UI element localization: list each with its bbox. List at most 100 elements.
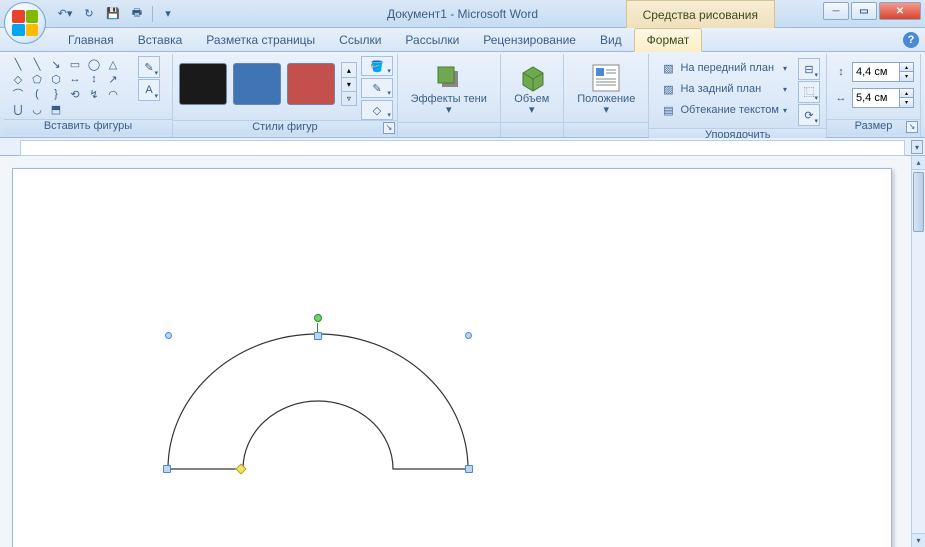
width-spinner[interactable]: ▴▾ xyxy=(852,88,914,108)
shape-icon-11[interactable]: ↗ xyxy=(104,72,122,86)
tab-review[interactable]: Рецензирование xyxy=(471,29,588,51)
style-swatch-1[interactable] xyxy=(179,63,227,105)
tab-references[interactable]: Ссылки xyxy=(327,29,393,51)
bring-to-front-button[interactable]: ▧На передний план▾ xyxy=(655,58,792,78)
draw-textbox-button[interactable]: A xyxy=(138,79,160,101)
edit-shape-button[interactable]: ✎ xyxy=(138,56,160,78)
group-shape-styles: ▴ ▾ ▿ 🪣 ✎ ◇ Стили фигур↘ xyxy=(173,54,398,137)
horizontal-ruler[interactable] xyxy=(0,138,925,156)
undo-button[interactable]: ↶▾ xyxy=(56,5,74,23)
tab-format[interactable]: Формат xyxy=(634,28,703,52)
shape-icon-9[interactable]: ↔ xyxy=(66,72,84,86)
group-label-volume xyxy=(501,122,564,135)
shape-icon-10[interactable]: ↕ xyxy=(85,72,103,86)
shapes-gallery[interactable]: ╲╲↘▭◯△◇⬠⬡↔↕↗⌒(}⟲↯◠⋃◡⬒ xyxy=(8,56,136,117)
shape-styles-launcher[interactable]: ↘ xyxy=(383,122,395,134)
office-button[interactable] xyxy=(4,2,46,44)
send-to-back-button[interactable]: ▨На задний план▾ xyxy=(655,79,792,99)
align-button[interactable]: ⊟ xyxy=(798,58,820,80)
gallery-up-button[interactable]: ▴ xyxy=(342,63,356,77)
volume-label: Объем ▾ xyxy=(512,94,553,116)
height-up[interactable]: ▴ xyxy=(900,63,913,72)
shape-icon-15[interactable]: ⟲ xyxy=(66,87,84,101)
tab-home[interactable]: Главная xyxy=(56,29,126,51)
shape-icon-5[interactable]: △ xyxy=(104,57,122,71)
shape-icon-3[interactable]: ▭ xyxy=(66,57,84,71)
print-preview-button[interactable]: 🖶 xyxy=(128,5,146,23)
style-swatch-2[interactable] xyxy=(233,63,281,105)
group-label-shadow xyxy=(398,122,500,135)
shape-icon-12[interactable]: ⌒ xyxy=(9,87,27,101)
shape-icon-16[interactable]: ↯ xyxy=(85,87,103,101)
shape-icon-0[interactable]: ╲ xyxy=(9,57,27,71)
height-input[interactable] xyxy=(853,63,899,81)
shape-icon-6[interactable]: ◇ xyxy=(9,72,27,86)
height-spinner[interactable]: ▴▾ xyxy=(852,62,914,82)
shape-icon-18[interactable]: ⋃ xyxy=(9,102,27,116)
group-label-position xyxy=(564,122,648,135)
scroll-thumb[interactable] xyxy=(913,172,924,232)
shadow-effects-button[interactable]: Эффекты тени ▾ xyxy=(402,56,496,122)
tab-mailings[interactable]: Рассылки xyxy=(393,29,471,51)
handle-top-left[interactable] xyxy=(165,332,172,339)
redo-button[interactable]: ↻ xyxy=(80,5,98,23)
shape-icon-14[interactable]: } xyxy=(47,87,65,101)
page[interactable] xyxy=(12,168,892,547)
shape-icon-2[interactable]: ↘ xyxy=(47,57,65,71)
shape-fill-button[interactable]: 🪣 xyxy=(361,56,393,76)
shadow-effects-label: Эффекты тени ▾ xyxy=(409,94,489,116)
height-down[interactable]: ▾ xyxy=(900,72,913,81)
change-shape-button[interactable]: ◇ xyxy=(361,100,393,120)
scroll-up-button[interactable]: ▴ xyxy=(912,156,925,170)
width-icon: ↔ xyxy=(833,90,849,106)
group-size: ↕ ▴▾ ↔ ▴▾ Размер↘ xyxy=(827,54,921,137)
group-button[interactable]: ⿺ xyxy=(798,81,820,103)
position-button[interactable]: Положение ▾ xyxy=(568,56,644,122)
handle-top-right[interactable] xyxy=(465,332,472,339)
gallery-more-button[interactable]: ▿ xyxy=(342,91,356,105)
send-back-icon: ▨ xyxy=(660,81,676,97)
shape-icon-7[interactable]: ⬠ xyxy=(28,72,46,86)
office-logo-icon xyxy=(12,10,38,36)
style-swatch-3[interactable] xyxy=(287,63,335,105)
close-button[interactable]: ✕ xyxy=(879,2,921,20)
shape-outline-button[interactable]: ✎ xyxy=(361,78,393,98)
document-area[interactable] xyxy=(0,156,911,547)
block-arc-shape[interactable] xyxy=(163,329,473,479)
rotate-button[interactable]: ⟳ xyxy=(798,104,820,126)
help-button[interactable]: ? xyxy=(903,32,919,48)
width-down[interactable]: ▾ xyxy=(900,98,913,107)
shape-icon-4[interactable]: ◯ xyxy=(85,57,103,71)
tab-insert[interactable]: Вставка xyxy=(126,29,195,51)
volume-button[interactable]: Объем ▾ xyxy=(505,56,560,122)
save-button[interactable]: 💾 xyxy=(104,5,122,23)
width-input[interactable] xyxy=(853,89,899,107)
handle-bottom-right[interactable] xyxy=(465,465,473,473)
minimize-button[interactable]: ─ xyxy=(823,2,849,20)
qat-customize-button[interactable]: ▾ xyxy=(159,5,177,23)
window-title: Документ1 - Microsoft Word xyxy=(387,7,538,21)
shape-icon-8[interactable]: ⬡ xyxy=(47,72,65,86)
vertical-scrollbar[interactable]: ▴ ▾ xyxy=(911,156,925,547)
qat-separator xyxy=(152,6,153,22)
shape-icon-17[interactable]: ◠ xyxy=(104,87,122,101)
shape-icon-13[interactable]: ( xyxy=(28,87,46,101)
shape-icon-1[interactable]: ╲ xyxy=(28,57,46,71)
gallery-down-button[interactable]: ▾ xyxy=(342,77,356,91)
shape-icon-19[interactable]: ◡ xyxy=(28,102,46,116)
panel-toggle-button[interactable]: ▾ xyxy=(911,140,923,154)
style-gallery[interactable]: ▴ ▾ ▿ xyxy=(177,56,359,112)
ribbon-tabs: Главная Вставка Разметка страницы Ссылки… xyxy=(0,28,925,52)
rotation-handle[interactable] xyxy=(314,314,322,322)
shape-icon-20[interactable]: ⬒ xyxy=(47,102,65,116)
tab-view[interactable]: Вид xyxy=(588,29,634,51)
maximize-button[interactable]: ▭ xyxy=(851,2,877,20)
text-wrap-button[interactable]: ▤Обтекание текстом▾ xyxy=(655,100,792,120)
group-label-shape-styles: Стили фигур↘ xyxy=(173,120,397,135)
scroll-down-button[interactable]: ▾ xyxy=(912,533,925,547)
width-up[interactable]: ▴ xyxy=(900,89,913,98)
size-launcher[interactable]: ↘ xyxy=(906,121,918,133)
handle-top-mid[interactable] xyxy=(314,332,322,340)
tab-layout[interactable]: Разметка страницы xyxy=(194,29,327,51)
handle-bottom-left[interactable] xyxy=(163,465,171,473)
